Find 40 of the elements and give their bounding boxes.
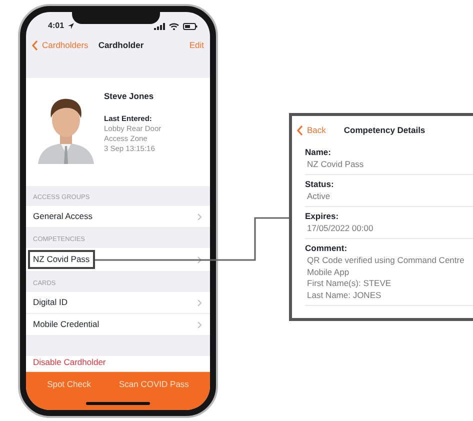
field-value: QR Code verified using Command Centre [306,255,466,267]
field-value: Last Name: JONES [306,290,382,302]
location-icon [68,23,74,29]
field-label: Status: [305,178,335,191]
field-value: NZ Covid Pass [306,158,365,170]
wifi-icon [169,22,179,30]
bottom-bar-button[interactable]: Scan COVID Pass [113,372,195,395]
back-icon[interactable] [297,124,303,136]
chevron-icon [197,212,202,220]
bottom-bar-button[interactable]: Spot Check [41,372,98,395]
field-label: Expires: [305,210,340,223]
list-row[interactable]: Digital ID [26,292,210,314]
field-value: Mobile App [306,266,350,278]
row-label: General Access [33,210,93,223]
field-value: First Name(s): STEVE [306,278,392,290]
status-time: 4:01 [48,20,64,32]
home-indicator [86,402,150,405]
panel-title: Competency Details [344,124,426,137]
back-link[interactable]: Cardholders [32,38,88,52]
field-value: Active [306,190,332,202]
field-label: Comment: [305,242,348,256]
screen-title: Cardholder [98,38,144,52]
chevron-icon [197,320,202,328]
back-icon[interactable] [32,40,38,50]
list-row[interactable]: NZ Covid Pass [26,248,210,272]
cardholder-name: Steve Jones [104,90,155,103]
back-link[interactable]: Back [297,124,326,137]
disable-cardholder-button[interactable]: Disable Cardholder [26,356,210,371]
field-value: 17/05/2022 00:00 [306,222,374,234]
edit-link[interactable]: Edit [189,38,204,52]
battery-icon [183,22,198,30]
row-label: Mobile Credential [33,318,100,331]
signal-icon [154,22,165,30]
field-label: Name: [305,146,332,158]
chevron-icon [197,256,202,264]
list-row[interactable]: Mobile Credential [26,314,210,336]
chevron-icon [197,298,202,306]
row-label: NZ Covid Pass [28,250,95,269]
list-row[interactable]: General Access [26,206,210,228]
row-label: Digital ID [33,296,68,309]
